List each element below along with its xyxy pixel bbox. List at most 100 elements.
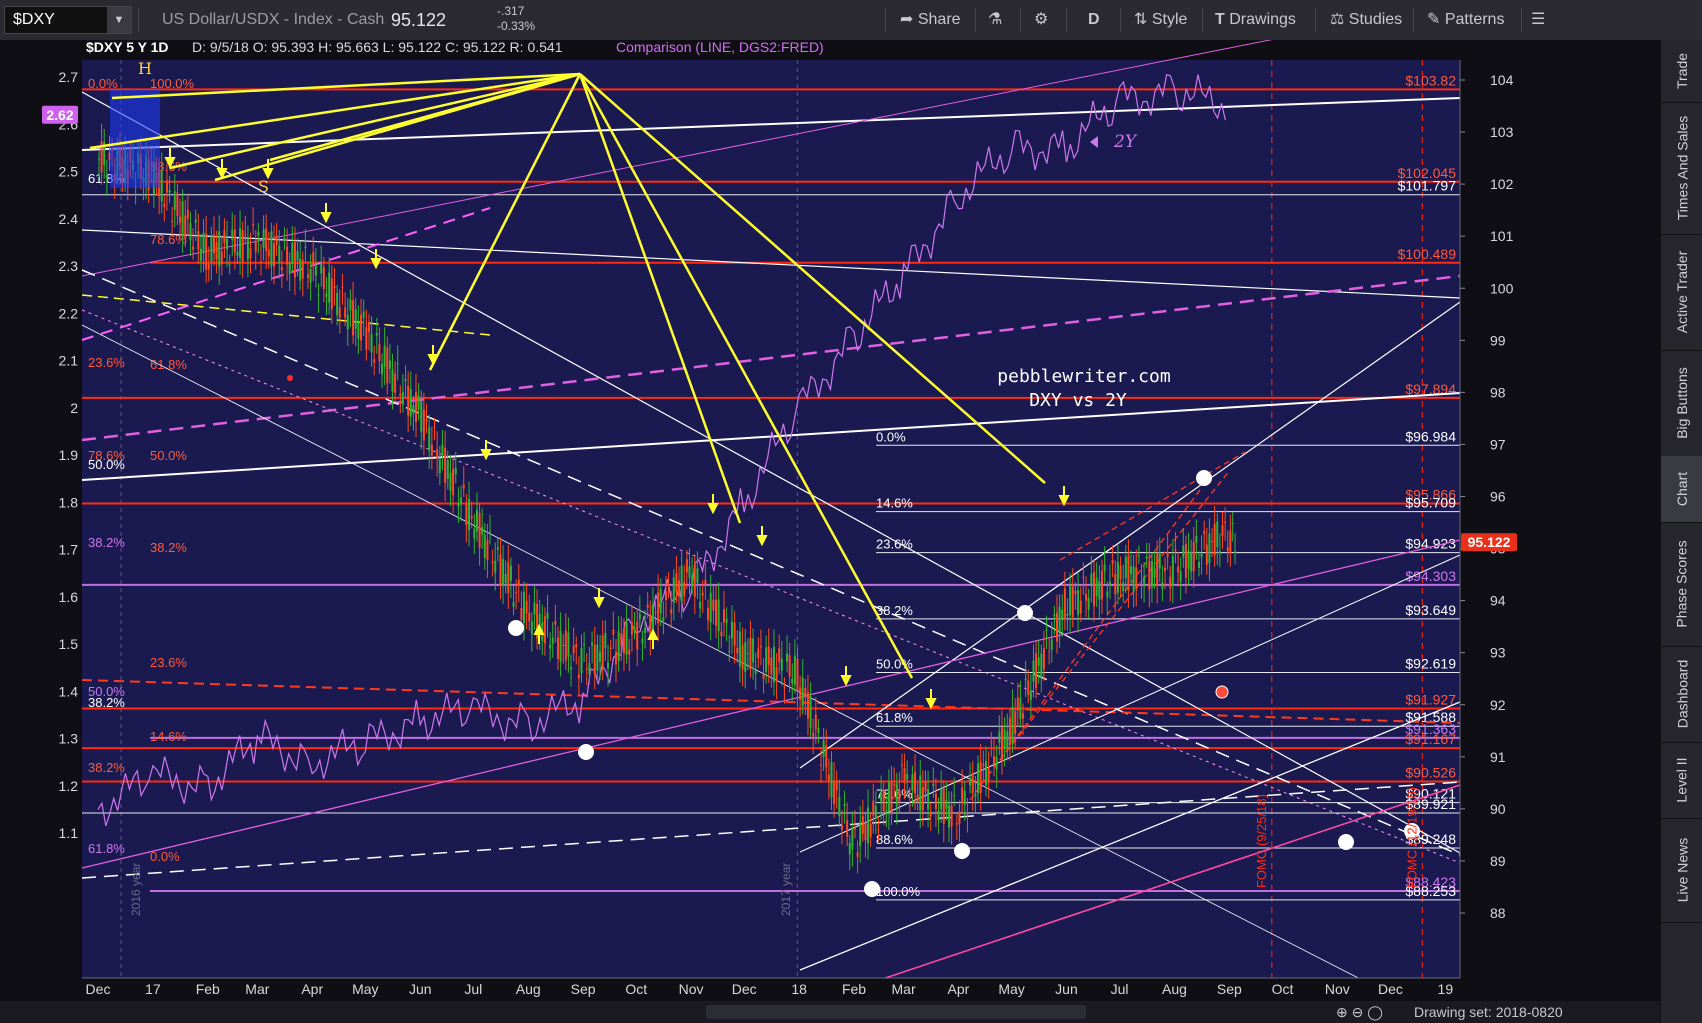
tab-trade[interactable]: Trade [1661,40,1702,103]
candle-body [1119,565,1122,580]
candle-body [830,762,833,798]
x-tick: 19 [1438,981,1454,997]
candle-body [1037,657,1040,666]
candle-body [194,219,197,223]
tab-big-buttons[interactable]: Big Buttons [1661,350,1702,457]
separator [1020,8,1021,32]
candle-body [1106,591,1109,597]
candle-body [1184,544,1187,578]
candle-body [809,696,812,729]
tab-dashboard[interactable]: Dashboard [1661,646,1702,743]
candle-body [375,332,378,336]
y-tick-left: 1.5 [59,636,79,652]
tab-active-trader[interactable]: Active Trader [1661,234,1702,351]
tab-times-and-sales-label: Times And Sales [1674,115,1690,221]
price-chart[interactable]: $103.82$102.045$101.797$100.489$97.894$9… [0,40,1660,1001]
candle-body [1074,591,1077,595]
watermark-title: DXY vs 2Y [1029,390,1127,411]
tab-live-news[interactable]: Live News [1661,818,1702,923]
candle-body [220,251,223,265]
x-tick: Feb [842,981,866,997]
candle-body [470,516,473,519]
tab-trade-label: Trade [1674,52,1690,90]
y-tick-left: 2.2 [59,305,79,321]
gear-icon[interactable]: ⚙ [1034,0,1048,40]
candle-body [612,629,615,635]
candle-body [1158,552,1161,569]
flask-icon[interactable]: ⚗ [988,0,1002,40]
candle-body [1022,713,1025,719]
symbol-description: US Dollar/USDX - Index - Cash [162,11,385,28]
candle-body [1122,582,1125,592]
candle-body [176,192,179,217]
period-selector[interactable]: D [1088,0,1100,40]
y-tick-left: 2.7 [59,69,79,85]
candle-body [633,627,636,631]
candle-body [186,209,189,219]
candle-body [449,472,452,491]
share-icon: ➦ [900,11,914,28]
candle-body [1008,717,1011,746]
fomc-label: FOMC (12/19/18) [1404,787,1419,888]
patterns-button[interactable]: ✎ Patterns [1427,0,1504,40]
symbol-input[interactable]: $DXY ▼ [4,6,132,34]
candle-body [507,562,510,594]
candle-body [722,609,725,623]
style-button[interactable]: ⇅ Style [1134,0,1187,40]
x-tick: Jun [1055,981,1078,997]
tab-times-and-sales[interactable]: Times And Sales [1661,102,1702,235]
candle-body [1153,568,1156,578]
candle-body [252,223,255,225]
candle-body [1229,531,1232,554]
zoom-icons[interactable]: ⊕ ⊖ ◯ [1336,1001,1383,1023]
candle-body [192,246,195,250]
candle-body [851,829,854,850]
candle-body [1029,690,1032,701]
candle-body [494,560,497,573]
candle-body [504,574,507,584]
tab-level-ii[interactable]: Level II [1661,742,1702,819]
last-price: 95.122 [391,10,447,30]
pivot-marker [1215,685,1229,699]
x-tick: May [998,981,1024,997]
candle-body [898,790,901,803]
tab-chart[interactable]: Chart [1661,456,1702,523]
y-tick-left: 2.3 [59,258,79,274]
fib-pct-label: 38.2% [150,540,187,555]
candle-body [475,509,478,532]
chevron-down-icon[interactable]: ▼ [107,7,131,33]
candle-body [885,810,888,815]
candle-body [523,592,526,623]
candle-body [688,566,691,578]
pivot-marker [287,375,293,381]
candle-body [499,554,502,585]
candle-body [1003,729,1006,749]
share-button[interactable]: ➦ Share [900,0,961,40]
studies-button[interactable]: ⚖ Studies [1330,0,1402,40]
x-tick: Jul [464,981,482,997]
drawings-button[interactable]: T Drawings [1215,0,1296,40]
candle-body [580,647,583,674]
candle-body [882,790,885,812]
candle-body [864,822,867,841]
candle-body [985,761,988,786]
candle-body [593,644,596,675]
candle-body [223,229,226,244]
y-tick-left: 2.5 [59,164,79,180]
candle-body [893,784,896,786]
candle-body [559,630,562,662]
candle-body [446,460,449,479]
candle-body [299,259,302,281]
candle-body [971,773,974,794]
header-symbol: $DXY 5 Y 1D [86,40,169,55]
fib-pct-label: 100.0% [150,76,195,91]
horizontal-scrollbar[interactable] [706,1005,1086,1019]
candle-body [210,236,213,262]
y-tick-right: 97 [1490,436,1506,452]
candle-body [628,649,631,655]
candle-body [762,674,765,679]
drawing-set-label[interactable]: Drawing set: 2018-0820 [1414,1001,1563,1023]
tab-phase-scores[interactable]: Phase Scores [1661,522,1702,647]
separator [1120,8,1121,32]
menu-icon[interactable]: ☰ [1531,0,1545,40]
